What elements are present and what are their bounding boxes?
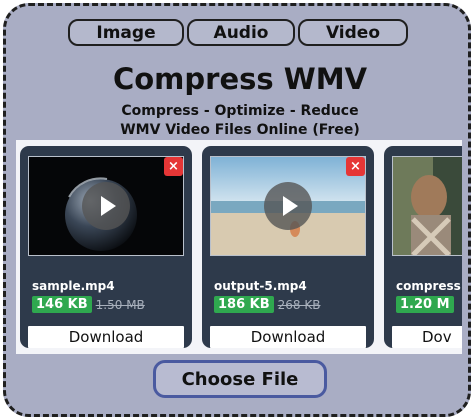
tab-image[interactable]: Image [68,19,184,46]
compressed-size-badge: 1.20 M [396,296,454,313]
compressor-panel: Image Audio Video Compress WMV Compress … [3,3,471,417]
original-size: 268 KB [277,297,321,312]
tab-audio[interactable]: Audio [187,19,295,46]
file-sizes: 186 KB 268 KB [214,296,320,313]
file-name: output-5.mp4 [214,279,307,293]
page-title: Compress WMV [112,62,368,96]
file-card: compress 1.20 M Dov [384,146,462,348]
subtitle-line-1: Compress - Optimize - Reduce [121,103,359,119]
file-sizes: 146 KB 1.50 MB [32,296,145,313]
download-button[interactable]: Download [28,326,184,348]
media-type-tabs: Image Audio Video [68,19,408,46]
person-thumbnail [393,157,462,255]
download-button[interactable]: Download [210,326,366,348]
file-sizes: 1.20 M [396,296,454,313]
original-size: 1.50 MB [95,297,145,312]
video-thumbnail[interactable]: × [210,156,366,256]
choose-file-button[interactable]: Choose File [153,360,327,398]
compressed-size-badge: 146 KB [32,296,92,313]
page-subtitle: Compress - Optimize - Reduce WMV Video F… [6,102,468,140]
compressed-size-badge: 186 KB [214,296,274,313]
file-name: sample.mp4 [32,279,115,293]
play-icon[interactable] [82,182,130,230]
video-thumbnail[interactable] [392,156,462,256]
close-icon[interactable]: × [346,157,365,176]
subtitle-line-2: WMV Video Files Online (Free) [120,122,360,138]
video-thumbnail[interactable]: × [28,156,184,256]
close-icon[interactable]: × [164,157,183,176]
play-icon[interactable] [264,182,312,230]
tab-video[interactable]: Video [298,19,408,46]
file-card: × output-5.mp4 186 KB 268 KB Download [202,146,374,348]
file-card: × sample.mp4 146 KB 1.50 MB Download [20,146,192,348]
download-button[interactable]: Dov [392,326,462,348]
file-name: compress [396,279,461,293]
file-list[interactable]: × sample.mp4 146 KB 1.50 MB Download × o… [16,140,462,354]
